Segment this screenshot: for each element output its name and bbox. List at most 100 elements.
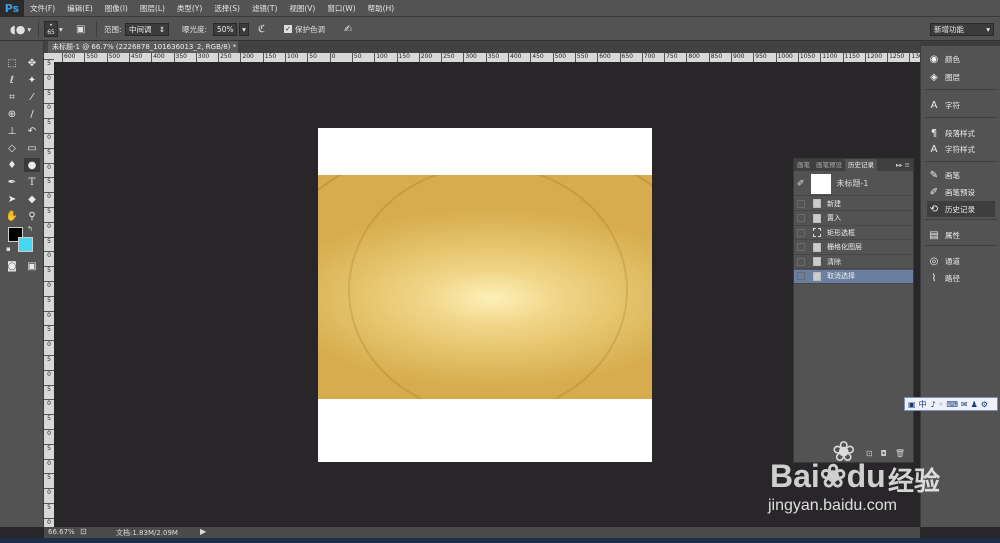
history-snapshot[interactable]: ✐ 未标题-1 <box>794 172 913 196</box>
dock-palette[interactable]: ◉ 颜色 <box>927 51 960 67</box>
eyedropper-tool[interactable]: ⁄ <box>24 90 40 104</box>
magic-wand-tool[interactable]: ✦ <box>24 73 40 87</box>
brush-panel-icon: ▣ <box>76 23 86 35</box>
ruler-tick: 1050 <box>797 53 816 62</box>
dock-paths[interactable]: ⌇ 路径 <box>927 270 960 286</box>
background-color-swatch[interactable] <box>18 237 33 252</box>
dock-header <box>921 41 1000 46</box>
crop-tool[interactable]: ⌗ <box>4 90 20 104</box>
dock-history[interactable]: ⟲ 历史记录 <box>927 201 995 217</box>
history-checkbox[interactable] <box>797 214 805 222</box>
ruler-tick: 200 <box>418 53 433 62</box>
tab-brush[interactable]: 画笔 <box>794 159 813 171</box>
history-state[interactable]: 置入 <box>794 212 913 226</box>
dock-label: 通道 <box>945 256 960 266</box>
menu-item[interactable]: 类型(Y) <box>171 3 208 14</box>
tab-brush-presets[interactable]: 画笔预设 <box>813 159 845 171</box>
history-checkbox[interactable] <box>797 243 805 251</box>
ruler-tick: 5 <box>44 325 54 333</box>
pressure-size-toggle[interactable]: ✍ <box>344 22 352 36</box>
history-state-icon <box>813 228 821 237</box>
tab-history[interactable]: 历史记录 <box>845 159 877 171</box>
dodge-tool[interactable]: ● <box>24 158 40 172</box>
marquee-tool[interactable]: ⬚ <box>4 56 20 70</box>
move-tool[interactable]: ✥ <box>24 56 40 70</box>
ruler-tick: 100 <box>285 53 299 62</box>
ruler-tick: 1000 <box>775 53 793 62</box>
screen-mode-button[interactable]: ▣ <box>24 259 40 273</box>
type-tool[interactable]: T <box>24 175 40 189</box>
history-checkbox[interactable] <box>797 228 805 237</box>
ruler-tick: 450 <box>530 53 544 62</box>
dodge-tool-preset[interactable]: ◖● ▾ <box>10 22 31 36</box>
healing-tool[interactable]: ⊕ <box>4 107 20 121</box>
dock-paragraph-style[interactable]: ¶ 段落样式 <box>927 125 975 141</box>
dock-properties[interactable]: ▤ 属性 <box>927 227 960 243</box>
history-state[interactable]: 新建 <box>794 197 913 211</box>
lasso-tool[interactable]: ℓ <box>4 73 20 87</box>
dock-label: 画笔 <box>945 170 960 180</box>
menu-item[interactable]: 帮助(H) <box>362 3 401 14</box>
ruler-tick: 350 <box>173 53 187 62</box>
status-menu-arrow-icon[interactable]: ▶ <box>200 527 206 536</box>
dock-channels[interactable]: ◎ 通道 <box>927 253 960 269</box>
ruler-tick: 1250 <box>887 53 905 62</box>
brush-panel-toggle[interactable]: ▣ <box>76 22 85 36</box>
history-state[interactable]: 取消选择 <box>794 269 913 284</box>
ruler-tick: 1150 <box>842 53 860 62</box>
dock-brush[interactable]: ✎ 画笔 <box>927 167 960 183</box>
zoom-level[interactable]: 66.67% <box>48 528 75 536</box>
history-state[interactable]: 栅格化图层 <box>794 241 913 255</box>
path-selection-tool[interactable]: ➤ <box>4 192 20 206</box>
gradient-tool[interactable]: ▭ <box>24 141 40 155</box>
menu-item[interactable]: 滤镜(T) <box>246 3 283 14</box>
panel-menu-icon[interactable]: ▸▸ ≡ <box>877 159 913 171</box>
history-state-icon <box>813 213 821 223</box>
ime-mode[interactable]: 中 <box>919 399 927 410</box>
history-state[interactable]: 矩形选框 <box>794 226 913 240</box>
history-brush-tool[interactable]: ↶ <box>24 124 40 138</box>
ruler-tick: 0 <box>44 517 54 526</box>
history-checkbox[interactable] <box>797 199 805 208</box>
dock-layers[interactable]: ◈ 图层 <box>927 69 960 85</box>
swap-colors-icon[interactable]: ↰ <box>27 225 33 233</box>
brush-size-picker[interactable]: • 65 ▾ <box>44 21 63 37</box>
workspace-select[interactable]: 新增功能 ▾ <box>930 22 994 36</box>
history-checkbox[interactable] <box>797 272 805 280</box>
menu-item[interactable]: 编辑(E) <box>61 3 99 14</box>
exposure-input[interactable]: 50% ▾ <box>213 22 249 36</box>
menu-item[interactable]: 文件(F) <box>24 3 61 14</box>
history-checkbox[interactable] <box>797 257 805 266</box>
history-state[interactable]: 清除 <box>794 255 913 269</box>
dock-brush-preset[interactable]: ✐ 画笔预设 <box>927 184 975 200</box>
document-canvas[interactable] <box>318 128 652 462</box>
blur-tool[interactable]: ♦ <box>4 158 20 172</box>
menu-item[interactable]: 选择(S) <box>208 3 246 14</box>
brush-tool[interactable]: ∕ <box>24 107 40 121</box>
hand-tool[interactable]: ✋ <box>4 209 20 223</box>
clone-stamp-tool[interactable]: ⊥ <box>4 124 20 138</box>
menu-item[interactable]: 窗口(W) <box>321 3 361 14</box>
protect-tones-checkbox[interactable]: ✓ 保护色调 <box>284 22 325 36</box>
menu-item[interactable]: 图层(L) <box>134 3 171 14</box>
menu-item[interactable]: 图像(I) <box>99 3 134 14</box>
shape-tool[interactable]: ◆ <box>24 192 40 206</box>
eraser-tool[interactable]: ◇ <box>4 141 20 155</box>
history-state-label: 清除 <box>827 257 841 266</box>
document-tab[interactable]: 未标题-1 @ 66.7% (2226878_101636013_2, RGB/… <box>48 41 238 53</box>
dock-character-style[interactable]: A 字符样式 <box>927 141 975 157</box>
zoom-tool[interactable]: ⚲ <box>24 209 40 223</box>
range-select[interactable]: 中间调 ⇕ <box>125 22 169 36</box>
ruler-tick: 100 <box>374 53 388 62</box>
ime-toolbar[interactable]: ▣ 中 ♪◦⌨✉♟⚙ <box>904 397 998 411</box>
quick-mask-button[interactable]: ◙ <box>4 259 20 273</box>
airbrush-toggle[interactable]: ℭ <box>258 22 265 36</box>
default-colors-icon[interactable]: ▪ <box>6 245 11 253</box>
menu-item[interactable]: 视图(V) <box>283 3 321 14</box>
pen-tool[interactable]: ✒ <box>4 175 20 189</box>
history-state-label: 新建 <box>827 199 841 208</box>
history-brush-source-icon: ✐ <box>797 178 805 189</box>
dock-character[interactable]: A 字符 <box>927 97 960 113</box>
gold-gradient-image <box>318 175 652 399</box>
zoom-icon: ⚲ <box>28 210 36 222</box>
